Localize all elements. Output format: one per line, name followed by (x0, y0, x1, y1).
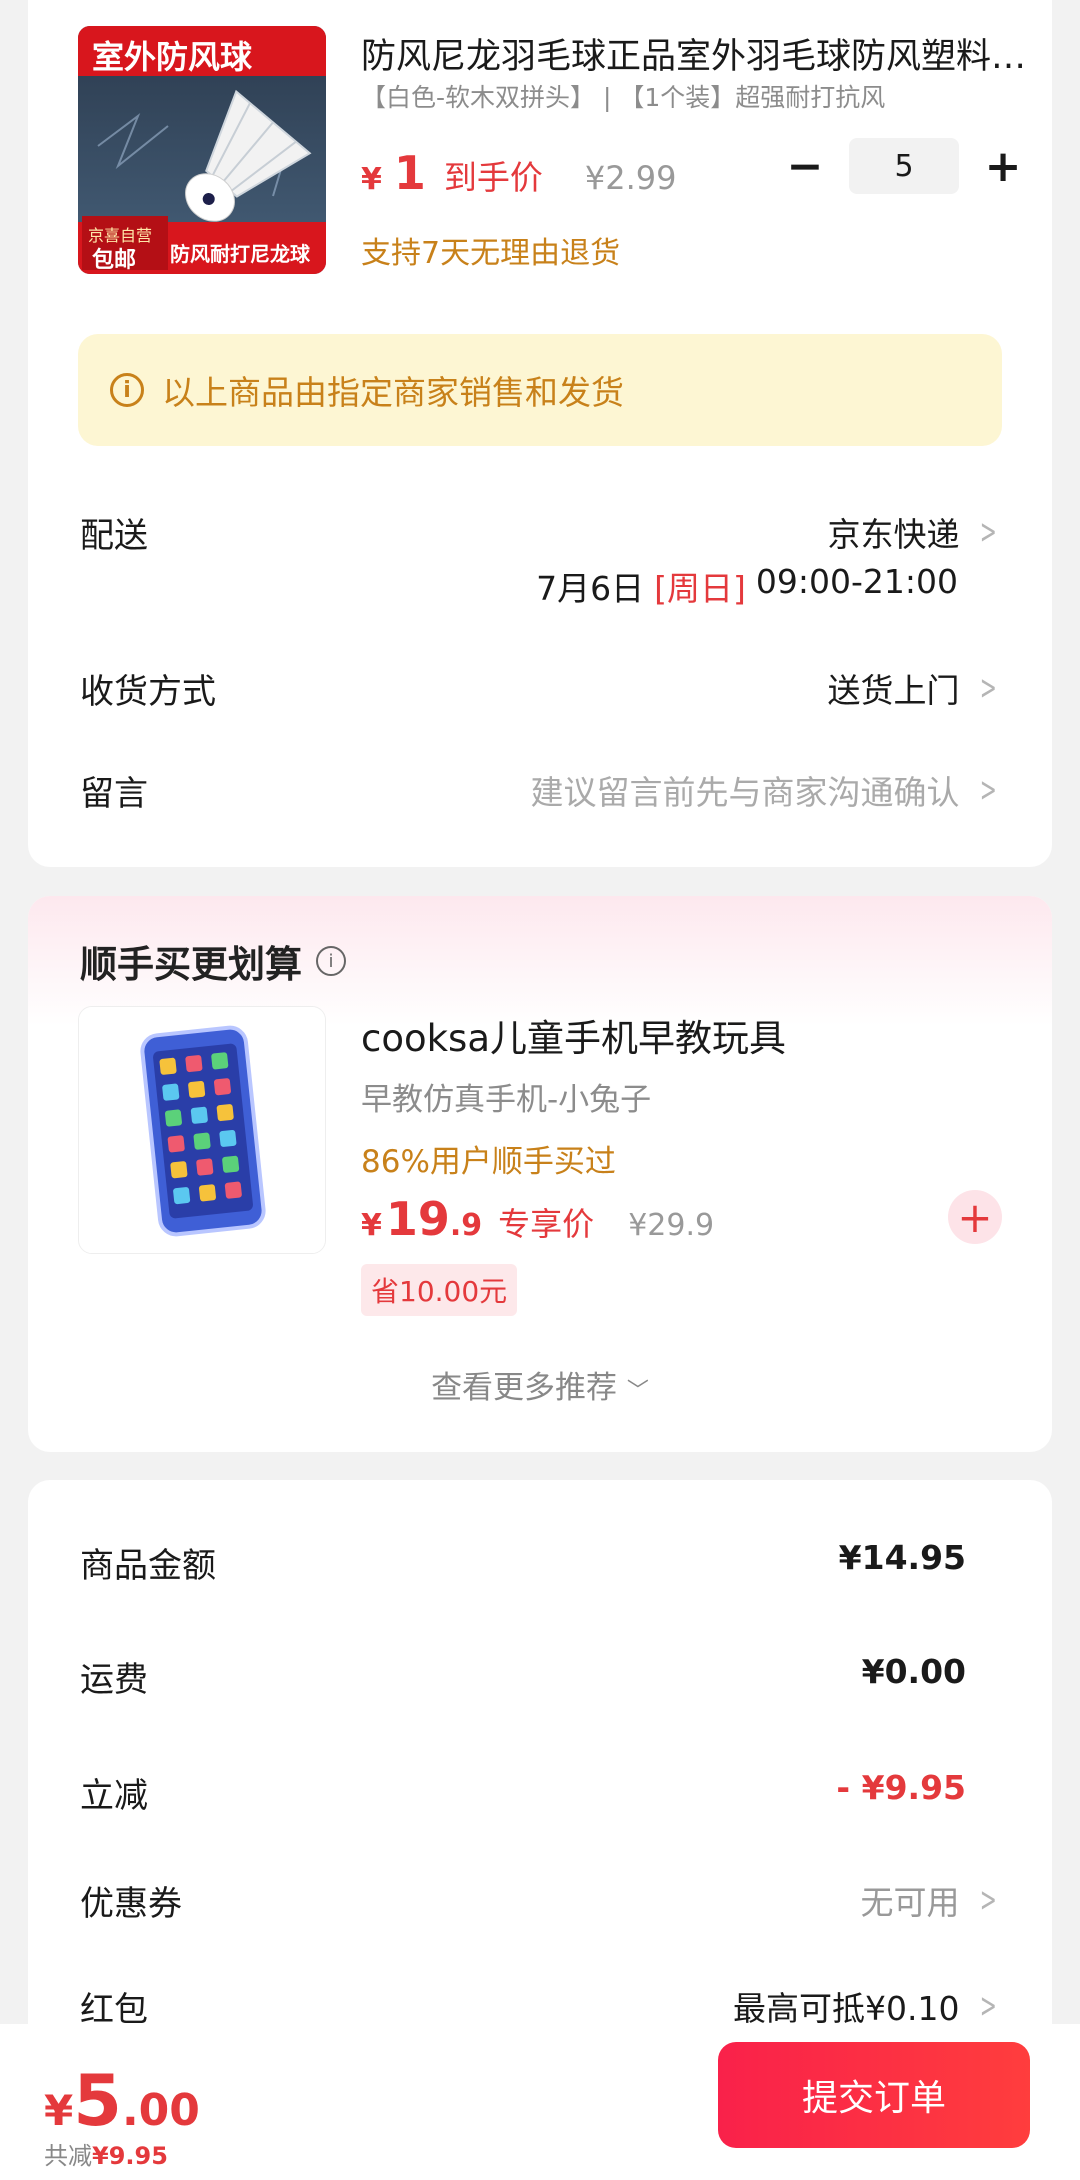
recommend-title: 顺手买更划算 i (80, 934, 346, 988)
total-price: ¥ 5 .00 (44, 2060, 200, 2142)
savings-badge: 省10.00元 (361, 1264, 518, 1316)
price-label: 专享价 (498, 1205, 595, 1243)
receive-method-label: 收货方式 (80, 672, 216, 712)
recommend-price-row: ¥ 19 .9 专享价 ¥29.9 (361, 1192, 714, 1246)
original-price: ¥29.9 (628, 1208, 715, 1243)
price-integer: 19 (385, 1192, 450, 1246)
delivery-weekday: [周日] (654, 569, 746, 608)
recommend-item-title[interactable]: cooksa儿童手机早教玩具 (361, 1008, 786, 1062)
delivery-label: 配送 (80, 516, 148, 556)
see-more-label: 查看更多推荐 (431, 1370, 618, 1406)
return-policy: 支持7天无理由退货 (361, 236, 621, 271)
red-packet-value: 最高可抵¥0.10 (733, 1989, 960, 2028)
delivery-date: 7月6日 (536, 569, 645, 608)
chevron-right-icon: > (979, 512, 997, 552)
recommend-title-text: 顺手买更划算 (80, 943, 302, 986)
total-decimal: .00 (121, 2085, 200, 2136)
toy-phone-image (79, 1007, 325, 1253)
checkout-bar: ¥ 5 .00 共减¥9.95 提交订单 (0, 2024, 1080, 2180)
price-symbol: ¥ (361, 1208, 382, 1243)
recommend-item-image[interactable] (78, 1006, 326, 1254)
submit-order-button[interactable]: 提交订单 (718, 2042, 1030, 2148)
delivery-carrier: 京东快递 (827, 515, 960, 554)
price-value: 1 (393, 146, 426, 200)
notice-text: 以上商品由指定商家销售和发货 (162, 373, 624, 412)
product-spec[interactable]: 【白色-软木双拼头】 | 【1个装】超强耐打抗风 (361, 78, 885, 114)
quantity-field[interactable]: 5 (849, 138, 959, 194)
message-field[interactable]: 建议留言前先与商家沟通确认 > (531, 766, 1003, 814)
chevron-down-icon: ﹀ (626, 1379, 649, 1404)
coupon-value: 无可用 (860, 1883, 960, 1922)
info-icon: i (110, 373, 144, 407)
total-integer: 5 (73, 2060, 122, 2142)
shipping-value: ¥0.00 (861, 1652, 966, 1691)
info-icon[interactable]: i (316, 946, 346, 976)
receive-method-row[interactable]: 送货上门 > (828, 664, 1003, 712)
saved-value: ¥9.95 (92, 2142, 168, 2170)
chevron-right-icon: > (979, 668, 997, 708)
delivery-window: 09:00-21:00 (755, 562, 958, 601)
red-packet-row[interactable]: 最高可抵¥0.10 > (733, 1982, 1002, 2030)
order-card: 室外防风球 京喜自营 包邮 防风耐打尼龙球 防风尼龙羽毛球正品室外羽毛球防风塑料… (28, 0, 1052, 867)
discount-label: 立减 (80, 1776, 148, 1816)
saved-label: 共减 (44, 2142, 92, 2170)
see-more-recommendations[interactable]: 查看更多推荐 ﹀ (28, 1362, 1052, 1407)
coupon-row[interactable]: 无可用 > (861, 1876, 1003, 1924)
add-to-order-button[interactable]: + (948, 1190, 1002, 1244)
price-label: 到手价 (443, 158, 543, 197)
total-symbol: ¥ (44, 2086, 74, 2135)
delivery-carrier-row[interactable]: 京东快递 > (828, 508, 1003, 556)
subtotal-value: ¥14.95 (838, 1538, 966, 1577)
decrease-button[interactable]: − (777, 138, 833, 194)
chevron-right-icon: > (979, 1880, 997, 1920)
delivery-time[interactable]: 7月6日 [周日] 09:00-21:00 (536, 562, 958, 610)
original-price: ¥2.99 (584, 159, 677, 197)
coupon-label: 优惠券 (80, 1884, 182, 1924)
recommend-card: 顺手买更划算 i cooksa儿童手机早教玩具 早教仿真手机-小兔子 86%用户… (28, 896, 1052, 1452)
subtotal-label: 商品金额 (80, 1546, 216, 1586)
price-symbol: ¥ (361, 162, 382, 197)
total-saved: 共减¥9.95 (44, 2136, 168, 2171)
discount-value: - ¥9.95 (836, 1768, 966, 1807)
price-decimal: .9 (449, 1208, 483, 1243)
quantity-stepper: − 5 + (777, 138, 1032, 194)
increase-button[interactable]: + (975, 138, 1031, 194)
product-image[interactable]: 室外防风球 京喜自营 包邮 防风耐打尼龙球 (78, 26, 326, 274)
chevron-right-icon: > (979, 1986, 997, 2026)
shipping-label: 运费 (80, 1660, 148, 1700)
product-price-row: ¥ 1 到手价 ¥2.99 (361, 146, 677, 200)
seller-notice: i 以上商品由指定商家销售和发货 (78, 334, 1002, 446)
image-caption: 防风耐打尼龙球 (170, 242, 310, 266)
receive-method-value: 送货上门 (827, 671, 960, 710)
image-badge-bottom: 包邮 (92, 248, 137, 273)
chevron-right-icon: > (979, 770, 997, 810)
product-title[interactable]: 防风尼龙羽毛球正品室外羽毛球防风塑料羽毛球 (361, 28, 1031, 79)
recommend-item-popularity: 86%用户顺手买过 (361, 1144, 616, 1180)
image-banner-text: 室外防风球 (92, 38, 253, 76)
message-label: 留言 (80, 774, 148, 814)
message-placeholder: 建议留言前先与商家沟通确认 (530, 773, 960, 812)
recommend-item-subtitle: 早教仿真手机-小兔子 (361, 1082, 652, 1118)
